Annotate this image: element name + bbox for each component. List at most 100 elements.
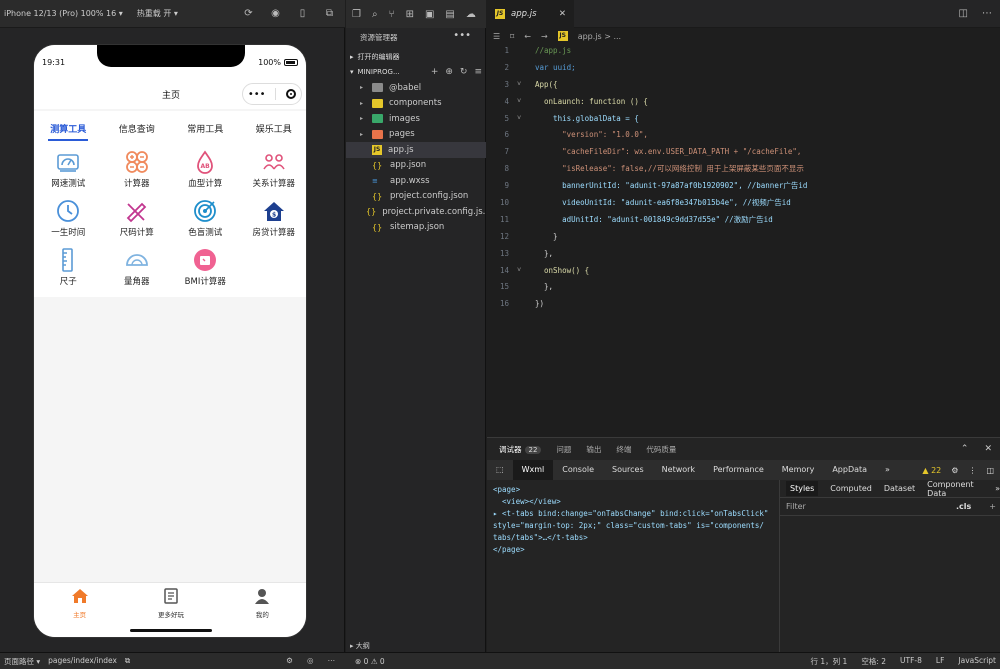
tool-item[interactable]: 尺码计算 — [103, 192, 172, 241]
filter-input[interactable]: Filter — [786, 502, 806, 511]
tab-4[interactable]: 娱乐工具 — [240, 111, 307, 143]
tool-item[interactable]: 计算器 — [103, 143, 172, 192]
debug-tab-debugger[interactable]: 调试器 22 — [499, 444, 542, 455]
capsule-menu[interactable]: ••• — [242, 83, 302, 105]
panel-tab-1[interactable]: Wxml — [512, 460, 554, 480]
window-icon[interactable]: ⧉ — [324, 8, 335, 19]
styles-filter[interactable]: Filter .cls + — [780, 498, 1000, 516]
code-line[interactable]: 15 }, — [487, 278, 1000, 295]
file-item[interactable]: {} project.config.json — [346, 189, 486, 205]
close-tab-icon[interactable]: ✕ — [559, 9, 566, 19]
wxml-line[interactable]: ▸ <t-tabs bind:change="onTabsChange" bin… — [493, 508, 779, 520]
file-item[interactable]: {} app.json — [346, 158, 486, 174]
panel-tab-5[interactable]: Performance — [704, 460, 773, 480]
code-line[interactable]: 9 bannerUnitId: "adunit-97a87af0b1920902… — [487, 177, 1000, 194]
code-line[interactable]: 4 ˅ onLaunch: function () { — [487, 93, 1000, 110]
chevron-up-icon[interactable]: ⌃ — [961, 444, 969, 454]
tool-item[interactable]: 关系计算器 — [240, 143, 307, 192]
settings-icon[interactable]: ⚙ — [286, 656, 293, 667]
panel-tab-7[interactable]: AppData — [823, 460, 876, 480]
panel-tab-3[interactable]: Sources — [603, 460, 653, 480]
wxml-line[interactable]: <view></view> — [493, 496, 779, 508]
record-icon[interactable]: ◉ — [270, 8, 281, 19]
wxml-line[interactable]: tabs/tabs">…</t-tabs> — [493, 532, 779, 544]
fold-chevron-icon[interactable]: ˅ — [517, 114, 535, 123]
wxml-tree[interactable]: <page> <view></view> ▸ <t-tabs bind:chang… — [493, 484, 779, 556]
wxml-line[interactable]: <page> — [493, 484, 779, 496]
new-folder-icon[interactable]: ⊕ — [445, 67, 453, 77]
file-item[interactable]: ≡ app.wxss — [346, 173, 486, 189]
layers-icon[interactable]: ▤ — [445, 9, 454, 20]
wxml-line[interactable]: style="margin-top: 2px;" class="custom-t… — [493, 520, 779, 532]
project-section[interactable]: ▾ MINIPROG... + ⊕ ↻ ≡ — [350, 67, 482, 77]
dock-icon[interactable]: ◫ — [986, 466, 994, 475]
source-control-icon[interactable]: ⑂ — [389, 9, 395, 20]
code-line[interactable]: 5 ˅ this.globalData = { — [487, 110, 1000, 127]
back-arrow-icon[interactable]: ← — [524, 32, 531, 41]
breadcrumb-path[interactable]: app.js > ... — [578, 32, 621, 41]
tool-item[interactable]: 一生时间 — [34, 192, 103, 241]
more-vertical-icon[interactable]: ⋮ — [968, 466, 976, 475]
panel-tab-2[interactable]: Console — [553, 460, 603, 480]
cloud-icon[interactable]: ☁ — [466, 9, 476, 20]
split-editor-icon[interactable]: ◫ — [959, 8, 968, 19]
file-item[interactable]: JS app.js — [346, 142, 486, 158]
code-line[interactable]: 11 adUnitId: "adunit-001849c9dd37d55e" /… — [487, 211, 1000, 228]
file-item[interactable]: {} sitemap.json — [346, 220, 486, 236]
device-selector[interactable]: iPhone 12/13 (Pro) 100% 16 ▾ — [4, 9, 123, 18]
fold-chevron-icon[interactable]: ˅ — [517, 80, 535, 89]
file-item[interactable]: ▸ pages — [346, 127, 486, 143]
files-icon[interactable]: ❐ — [352, 9, 361, 20]
file-item[interactable]: ▸ components — [346, 96, 486, 112]
code-lines[interactable]: 1//app.js 2 var uuid; 3 ˅ App({4 ˅ onLaunch: f… — [487, 42, 1000, 312]
refresh-icon[interactable]: ↻ — [460, 67, 468, 77]
tool-item[interactable]: $ 房贷计算器 — [240, 192, 307, 241]
more-icon[interactable]: ⋯ — [328, 656, 336, 667]
cursor-position[interactable]: 行 1，列 1 — [811, 656, 848, 667]
panel-tab-4[interactable]: Network — [653, 460, 704, 480]
bookmark-icon[interactable]: ⌑ — [510, 32, 514, 41]
fold-chevron-icon[interactable]: ˅ — [517, 97, 535, 106]
outline-section[interactable]: ▸ 大纲 — [350, 641, 370, 651]
warnings-count[interactable]: ▲ 22 — [922, 466, 941, 475]
explorer-more-icon[interactable]: ••• — [453, 30, 471, 41]
tool-item[interactable]: 网速测试 — [34, 143, 103, 192]
inspect-element-icon[interactable]: ⬚ — [487, 460, 513, 480]
code-line[interactable]: 13 }, — [487, 245, 1000, 262]
tool-item[interactable]: BMI计算器 — [171, 241, 240, 290]
tab-3[interactable]: 常用工具 — [171, 111, 240, 143]
debug-tab-3[interactable]: 输出 — [586, 444, 601, 455]
code-line[interactable]: 16}) — [487, 295, 1000, 312]
page-path[interactable]: pages/index/index — [48, 656, 117, 667]
wxml-line[interactable]: </page> — [493, 544, 779, 556]
file-item[interactable]: ▸ images — [346, 111, 486, 127]
code-line[interactable]: 7 "cacheFileDir": wx.env.USER_DATA_PATH … — [487, 143, 1000, 160]
tabbar-item-1[interactable]: 主页 — [34, 583, 125, 637]
problems-count[interactable]: ⊗ 0 ⚠ 0 — [345, 657, 385, 666]
file-item[interactable]: {} project.private.config.js... — [346, 204, 486, 220]
code-line[interactable]: 6 "version": "1.0.0", — [487, 126, 1000, 143]
search-icon[interactable]: ⌕ — [372, 9, 378, 20]
tab-1[interactable]: 测算工具 — [34, 111, 103, 143]
line-ending[interactable]: LF — [936, 656, 945, 667]
copy-icon[interactable]: ⧉ — [125, 656, 130, 667]
styles-tab-4[interactable]: Component Data — [927, 480, 983, 498]
styles-tab-3[interactable]: Dataset — [884, 484, 915, 493]
panel-tab-8[interactable]: » — [876, 460, 899, 480]
panel-tab-6[interactable]: Memory — [773, 460, 824, 480]
rotate-icon[interactable]: ⟳ — [243, 8, 254, 19]
debug-tab-2[interactable]: 问题 — [556, 444, 571, 455]
code-line[interactable]: 2 var uuid; — [487, 59, 1000, 76]
phone-icon[interactable]: ▯ — [297, 8, 308, 19]
hot-reload-toggle[interactable]: 热重载 开 ▾ — [137, 8, 178, 19]
indent-setting[interactable]: 空格: 2 — [861, 656, 886, 667]
code-line[interactable]: 10 videoUnitId: "adunit-ea6f8e347b015b4e… — [487, 194, 1000, 211]
fold-chevron-icon[interactable]: ˅ — [517, 266, 535, 275]
extensions-icon[interactable]: ⊞ — [406, 9, 414, 20]
settings-icon[interactable]: ⚙ — [951, 466, 958, 475]
styles-tab-5[interactable]: » — [995, 484, 1000, 493]
file-item[interactable]: ▸ @babel — [346, 80, 486, 96]
tab-2[interactable]: 信息查询 — [103, 111, 172, 143]
tool-item[interactable]: 尺子 — [34, 241, 103, 290]
tool-item[interactable]: 色盲测试 — [171, 192, 240, 241]
